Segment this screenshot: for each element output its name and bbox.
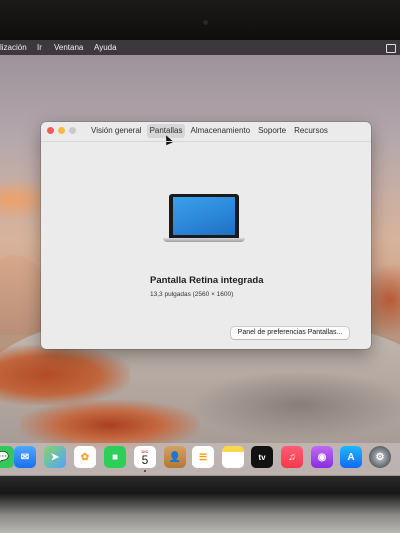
menu-item-window[interactable]: Ventana: [54, 40, 83, 55]
laptop-screen: [173, 197, 235, 235]
laptop-bezel-bottom: [0, 476, 400, 533]
tab-storage[interactable]: Almacenamiento: [187, 124, 253, 138]
tab-bar: Visión general Pantallas Almacenamiento …: [88, 124, 331, 138]
apple-tv-icon[interactable]: tv: [251, 446, 273, 468]
tab-overview[interactable]: Visión general: [88, 124, 145, 138]
zoom-button[interactable]: [69, 127, 76, 134]
display-preferences-button[interactable]: Panel de preferencias Pantallas...: [231, 327, 349, 339]
podcasts-icon[interactable]: ◉: [311, 446, 333, 468]
display-spec: 13,3 pulgadas (2560 × 1600): [150, 291, 234, 298]
tab-resources[interactable]: Recursos: [291, 124, 331, 138]
notes-icon[interactable]: [222, 446, 244, 468]
maps-icon[interactable]: ➤: [44, 446, 66, 468]
close-button[interactable]: [47, 127, 54, 134]
display-name: Pantalla Retina integrada: [150, 275, 264, 286]
tab-support[interactable]: Soporte: [255, 124, 289, 138]
music-icon[interactable]: ♫: [281, 446, 303, 468]
desktop: lización Ir Ventana Ayuda Visión general…: [0, 40, 400, 476]
apple-tv-label: tv: [258, 452, 266, 462]
calendar-day: 5: [141, 452, 149, 467]
mail-icon[interactable]: ✉: [14, 446, 36, 468]
about-this-mac-window: Visión general Pantallas Almacenamiento …: [41, 122, 371, 349]
wallpaper-rock: [190, 370, 400, 440]
laptop-base: [163, 238, 245, 242]
running-indicator: [144, 470, 146, 472]
contacts-icon[interactable]: 👤: [164, 446, 186, 468]
minimize-button[interactable]: [58, 127, 65, 134]
menu-item-go[interactable]: Ir: [37, 40, 42, 55]
camera-icon: [203, 20, 208, 25]
messages-icon[interactable]: 💬: [0, 446, 14, 468]
menu-item-view[interactable]: lización: [0, 40, 27, 55]
wallpaper-rock: [0, 345, 130, 405]
system-preferences-icon[interactable]: ⚙: [369, 446, 391, 468]
status-icon[interactable]: [386, 44, 396, 53]
calendar-icon[interactable]: DIC 5: [134, 446, 156, 468]
menu-item-help[interactable]: Ayuda: [94, 40, 117, 55]
laptop-bezel-top: [0, 0, 400, 40]
menu-bar: lización Ir Ventana Ayuda: [0, 40, 400, 55]
photos-icon[interactable]: ✿: [74, 446, 96, 468]
reminders-icon[interactable]: ☰: [192, 446, 214, 468]
divider: [41, 141, 371, 142]
laptop-icon: [169, 194, 239, 238]
app-store-icon[interactable]: A: [340, 446, 362, 468]
facetime-icon[interactable]: ■: [104, 446, 126, 468]
